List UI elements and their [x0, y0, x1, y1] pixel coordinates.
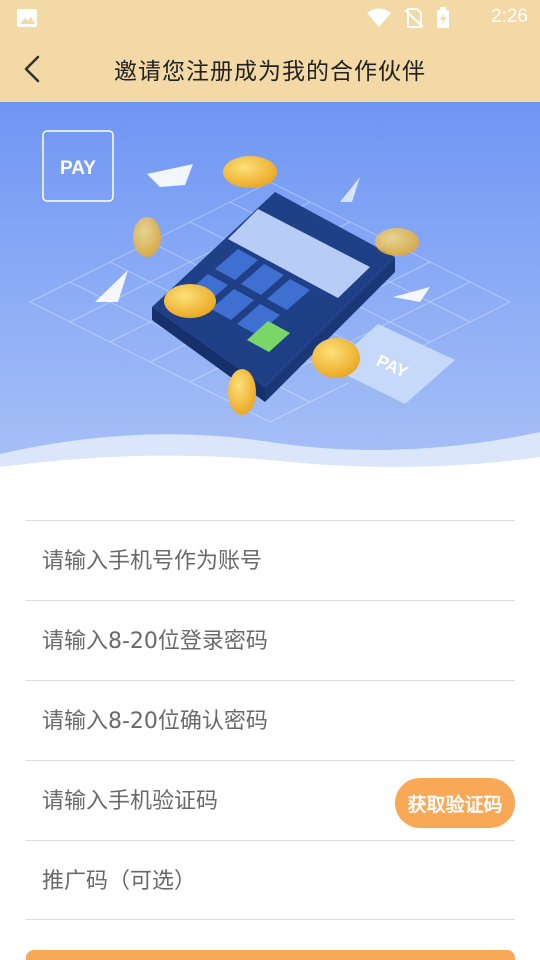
- phone-input[interactable]: [42, 521, 382, 601]
- register-form: 获取验证码: [26, 520, 515, 921]
- promo-code-input[interactable]: [42, 841, 382, 921]
- promo-code-row: [26, 840, 515, 921]
- image-notification-icon: [17, 9, 37, 27]
- page-title: 邀请您注册成为我的合作伙伴: [114, 59, 426, 85]
- status-bar: 2:26: [0, 0, 540, 36]
- wifi-icon: [367, 8, 391, 27]
- title-bar: 邀请您注册成为我的合作伙伴: [0, 36, 540, 102]
- get-code-button[interactable]: 获取验证码: [395, 778, 515, 828]
- banner-illustration: PAY PAY: [0, 102, 540, 482]
- password-row: [26, 600, 515, 681]
- phone-row: [26, 520, 515, 601]
- header: 2:26 邀请您注册成为我的合作伙伴: [0, 0, 540, 102]
- svg-text:PAY: PAY: [60, 158, 96, 179]
- status-time: 2:26: [491, 6, 528, 27]
- sms-code-input[interactable]: [42, 761, 382, 841]
- sms-code-row: 获取验证码: [26, 760, 515, 841]
- no-sim-icon: [404, 8, 424, 28]
- battery-charging-icon: [437, 7, 449, 28]
- confirm-password-input[interactable]: [42, 681, 382, 761]
- password-input[interactable]: [42, 601, 382, 681]
- confirm-password-row: [26, 680, 515, 761]
- submit-button[interactable]: [26, 950, 515, 960]
